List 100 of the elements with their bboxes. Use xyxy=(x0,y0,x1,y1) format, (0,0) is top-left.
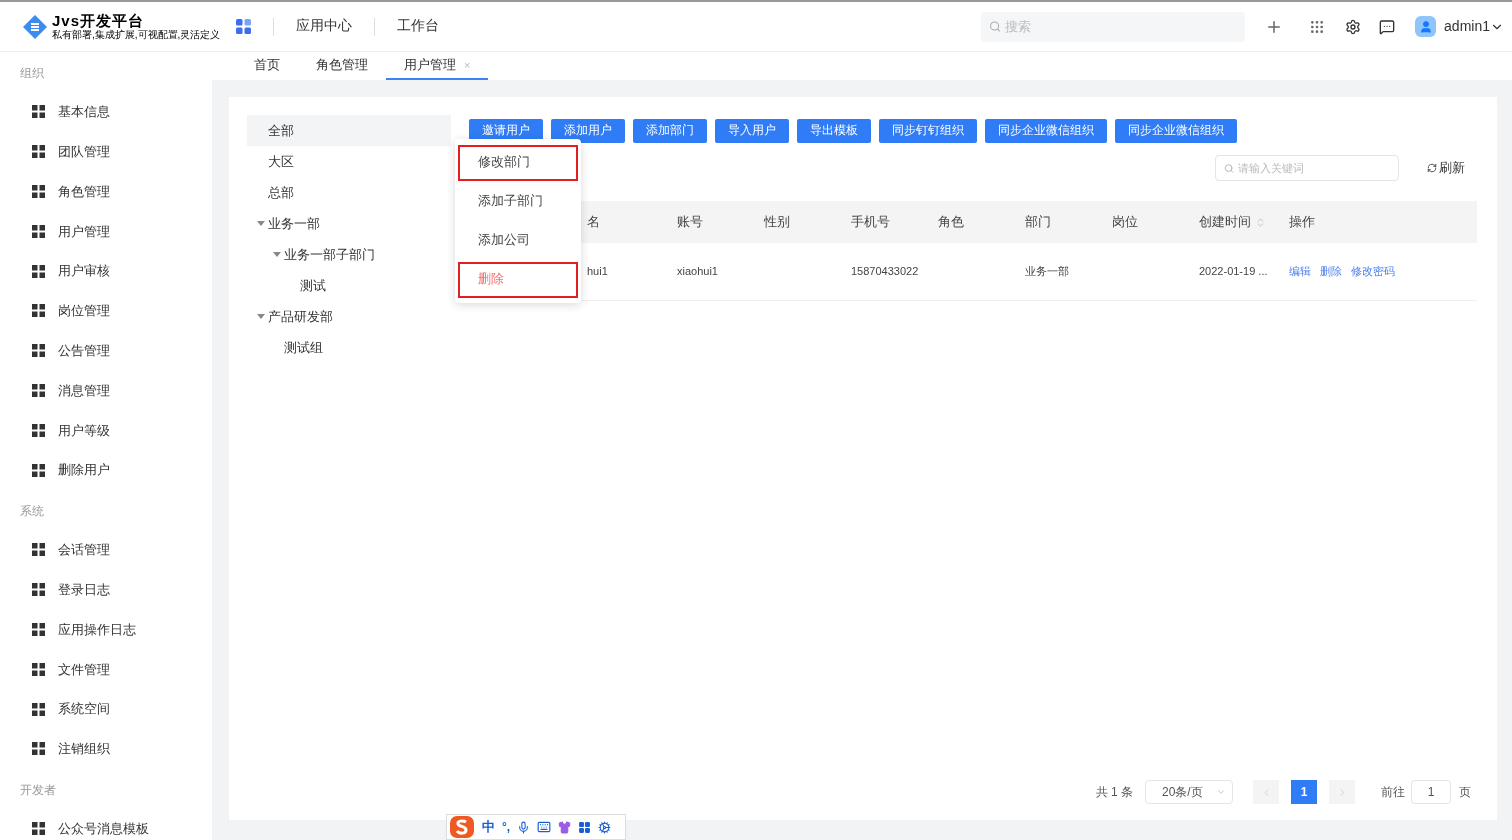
goto-page-field[interactable]: 1 xyxy=(1411,780,1451,804)
toolbar-button[interactable]: 同步钉钉组织 xyxy=(879,119,977,143)
tree-item[interactable]: 总部 xyxy=(247,177,451,208)
nav-link[interactable]: 应用中心 xyxy=(296,16,352,37)
tree-item[interactable]: 全部 xyxy=(247,115,451,146)
chat-icon[interactable] xyxy=(1379,18,1396,35)
keyword-search-field[interactable]: 请输入关键词 xyxy=(1215,155,1399,181)
logo-icon xyxy=(22,13,48,40)
search-field[interactable]: 搜索 xyxy=(981,11,1246,42)
sidebar-item[interactable]: 用户审核 xyxy=(0,251,212,291)
action-link[interactable]: 删除 xyxy=(1320,263,1342,280)
sidebar-group-label: 开发者 xyxy=(19,781,57,799)
grid-icon xyxy=(32,264,45,278)
menu-item[interactable]: 修改部门 xyxy=(458,144,578,181)
table-cell: 15870433022 xyxy=(851,265,919,278)
tree-item[interactable]: 业务一部 xyxy=(247,208,451,239)
toolbar-button[interactable]: 同步企业微信组织 xyxy=(1115,119,1237,143)
table-cell: xiaohui1 xyxy=(677,265,718,278)
refresh-icon[interactable] xyxy=(1427,163,1437,173)
menu-item[interactable]: 添加子部门 xyxy=(458,183,578,220)
page-unit-label: 页 xyxy=(1459,784,1471,801)
sidebar-item[interactable]: 公告管理 xyxy=(0,330,212,371)
menu-item[interactable]: 添加公司 xyxy=(458,222,578,259)
grid-icon xyxy=(32,224,45,238)
sidebar-item[interactable]: 基本信息 xyxy=(0,92,212,132)
nav-link[interactable]: 工作台 xyxy=(397,16,439,37)
grid-icon xyxy=(32,583,45,597)
user-menu[interactable]: admin1 xyxy=(1444,16,1504,37)
goto-label: 前往 xyxy=(1381,784,1405,801)
ime-mode[interactable]: 中 xyxy=(482,817,495,837)
sidebar-item[interactable]: 角色管理 xyxy=(0,171,212,212)
column-header: 性别 xyxy=(764,213,791,232)
sidebar-group-label: 组织 xyxy=(19,65,45,82)
column-header: 账号 xyxy=(677,213,704,232)
search-icon xyxy=(989,20,1002,33)
keyword-input[interactable]: 请输入关键词 xyxy=(1238,159,1390,177)
sidebar-item[interactable]: 注销组织 xyxy=(0,728,212,769)
grid-icon xyxy=(32,662,45,676)
toolbar-button[interactable]: 导出模板 xyxy=(797,119,871,143)
sort-icon xyxy=(1255,216,1266,228)
grid-icon xyxy=(32,702,45,716)
grid-icon[interactable] xyxy=(578,820,592,834)
table-cell: 2022-01-19 ... xyxy=(1199,265,1268,278)
tab[interactable]: 用户管理 × xyxy=(386,52,489,80)
toolbar-button[interactable]: 导入用户 xyxy=(715,119,789,143)
column-header: 角色 xyxy=(938,213,965,232)
page-size-select[interactable]: 20条/页 xyxy=(1145,780,1233,804)
sidebar-item[interactable]: 文件管理 xyxy=(0,649,212,690)
tree-item[interactable]: 测试 xyxy=(247,270,451,301)
sidebar-item[interactable]: 用户管理 xyxy=(0,211,212,252)
settings-icon[interactable] xyxy=(1345,18,1362,35)
tree-item[interactable]: 测试组 xyxy=(247,332,451,363)
grid-icon xyxy=(32,463,45,477)
page-button[interactable]: 1 xyxy=(1291,780,1317,804)
column-header: 手机号 xyxy=(851,213,891,232)
tree-item[interactable]: 业务一部子部门 xyxy=(247,239,451,270)
caret-icon[interactable] xyxy=(272,251,281,258)
action-link[interactable]: 修改密码 xyxy=(1351,263,1395,280)
sidebar-item[interactable]: 系统空间 xyxy=(0,689,212,729)
sidebar-item[interactable]: 团队管理 xyxy=(0,131,212,172)
sidebar-item[interactable]: 会话管理 xyxy=(0,529,212,570)
sidebar-item[interactable]: 消息管理 xyxy=(0,370,212,411)
sidebar-group-label: 系统 xyxy=(19,502,45,520)
tab[interactable]: 角色管理 xyxy=(298,52,386,80)
gear-icon[interactable] xyxy=(598,820,612,834)
caret-icon[interactable] xyxy=(256,313,265,320)
toolbar-button[interactable]: 同步企业微信组织 xyxy=(985,119,1107,143)
grid-icon xyxy=(32,543,45,557)
grid-icon xyxy=(32,622,45,636)
sidebar-item[interactable]: 用户等级 xyxy=(0,410,212,451)
grid-icon xyxy=(32,185,45,198)
total-count: 共 1 条 xyxy=(1095,784,1133,801)
tree-item[interactable]: 产品研发部 xyxy=(247,301,451,332)
refresh-button[interactable]: 刷新 xyxy=(1427,158,1465,178)
grid-icon[interactable] xyxy=(1309,18,1326,35)
apps-icon[interactable] xyxy=(236,19,251,34)
column-header: 操作 xyxy=(1289,213,1316,232)
column-header[interactable]: 创建时间 xyxy=(1199,212,1289,232)
shirt-icon[interactable] xyxy=(558,820,572,834)
action-link[interactable]: 编辑 xyxy=(1289,263,1311,280)
sidebar-item[interactable]: 删除用户 xyxy=(0,450,212,490)
keyboard-icon[interactable] xyxy=(537,820,552,834)
caret-icon[interactable] xyxy=(256,220,265,227)
grid-icon xyxy=(32,145,45,159)
table-cell: hui1 xyxy=(587,265,608,278)
sidebar-item[interactable]: 应用操作日志 xyxy=(0,609,212,650)
sidebar-item[interactable]: 登录日志 xyxy=(0,569,212,610)
avatar-icon[interactable] xyxy=(1415,16,1437,37)
tree-item[interactable]: 大区 xyxy=(247,146,451,177)
logo-subtitle: 私有部署,集成扩展,可视配置,灵活定义 xyxy=(52,29,221,41)
search-input[interactable]: 搜索 xyxy=(1005,16,1238,37)
ime-punctuation[interactable]: °, xyxy=(502,818,511,836)
sidebar-item[interactable]: 岗位管理 xyxy=(0,291,212,331)
tab[interactable]: 首页 xyxy=(236,52,298,80)
microphone-icon[interactable] xyxy=(517,820,531,834)
toolbar-button[interactable]: 添加用户 xyxy=(551,119,625,143)
toolbar-button[interactable]: 添加部门 xyxy=(633,119,707,143)
sidebar-item[interactable]: 公众号消息模板 xyxy=(0,808,212,840)
grid-icon xyxy=(32,383,45,397)
ime-logo-icon[interactable] xyxy=(449,815,475,839)
